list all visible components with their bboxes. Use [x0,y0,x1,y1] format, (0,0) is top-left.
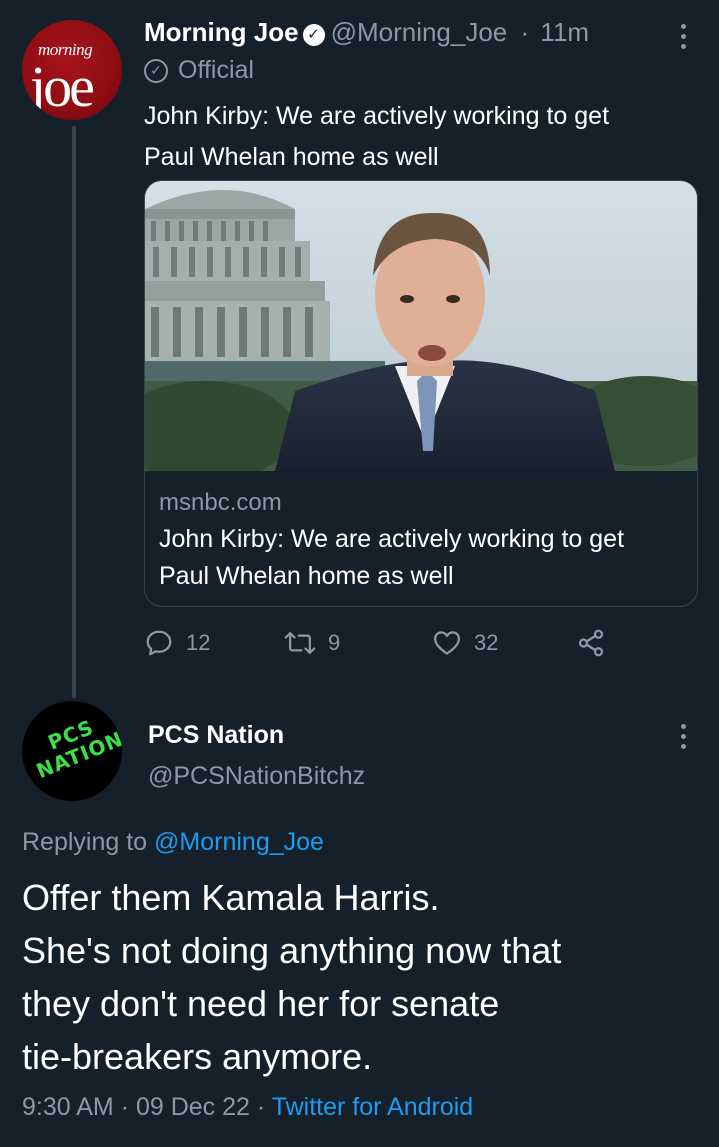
footer-separator: · [120,1093,130,1121]
card-title: John Kirby: We are actively working to g… [159,521,689,595]
like-button[interactable]: 32 [432,628,498,658]
retweet-count: 9 [328,630,341,655]
verified-icon: ✓ [302,24,325,46]
like-count: 32 [474,630,499,655]
replying-mention-link[interactable]: @Morning_Joe [154,828,324,856]
morning-joe-avatar[interactable]: morning joe [22,20,122,120]
reply-author-handle[interactable]: @PCSNationBitchz [148,762,365,791]
reply-text: Offer them Kamala Harris. She's not doin… [22,871,712,1083]
more-icon[interactable] [679,724,687,754]
tweet-meta-footer: 9:30 AM · 09 Dec 22 · Twitter for Androi… [22,1093,473,1122]
reply-button[interactable]: 12 [144,628,210,658]
reply-author-name[interactable]: PCS Nation [148,721,284,750]
more-icon[interactable] [679,24,687,54]
official-label-row: ✓ Official [144,56,254,85]
official-badge-icon: ✓ [144,58,168,83]
reply-text-line: She's not doing anything now that [22,930,562,971]
share-icon [578,629,604,657]
retweet-button[interactable]: 9 [284,628,340,658]
header-separator: · [520,17,530,47]
reply-text-line: tie-breakers anymore. [22,1036,373,1077]
reply-time: 9:30 AM [22,1093,114,1121]
reply-count: 12 [186,630,211,655]
thread-connector-line [72,126,76,698]
retweet-icon [284,632,316,654]
tweet-header: Morning Joe ✓ @Morning_Joe · 11m [144,17,589,48]
tweet-actions: 12 9 32 [144,628,624,664]
avatar-logo-text: PCS NATION [25,708,122,783]
tweet-text: John Kirby: We are actively working to g… [144,96,704,178]
pcs-nation-avatar[interactable]: PCS NATION [22,701,122,801]
replying-prefix: Replying to [22,828,148,856]
card-domain: msnbc.com [159,489,282,516]
like-icon [434,631,460,655]
share-button[interactable] [576,628,618,658]
link-card[interactable]: msnbc.com John Kirby: We are actively wo… [144,180,698,607]
replying-to: Replying to @Morning_Joe [22,828,324,857]
reply-icon [146,630,172,656]
card-image [145,181,697,471]
tweet-text-line: Paul Whelan home as well [144,143,439,171]
footer-separator: · [256,1093,266,1121]
card-title-line: Paul Whelan home as well [159,562,454,590]
author-handle[interactable]: @Morning_Joe [331,17,508,47]
reply-text-line: Offer them Kamala Harris. [22,877,440,918]
tweet-text-line: John Kirby: We are actively working to g… [144,102,610,130]
avatar-logo-big-text: joe [30,54,95,119]
tweet-source-link[interactable]: Twitter for Android [272,1093,473,1121]
reply-text-line: they don't need her for senate [22,983,500,1024]
official-label: Official [178,56,254,84]
tweet-timestamp[interactable]: 11m [540,17,589,47]
author-name[interactable]: Morning Joe [144,17,299,47]
card-photo-illustration [145,181,697,471]
reply-date: 09 Dec 22 [135,1093,250,1121]
card-title-line: John Kirby: We are actively working to g… [159,525,625,553]
